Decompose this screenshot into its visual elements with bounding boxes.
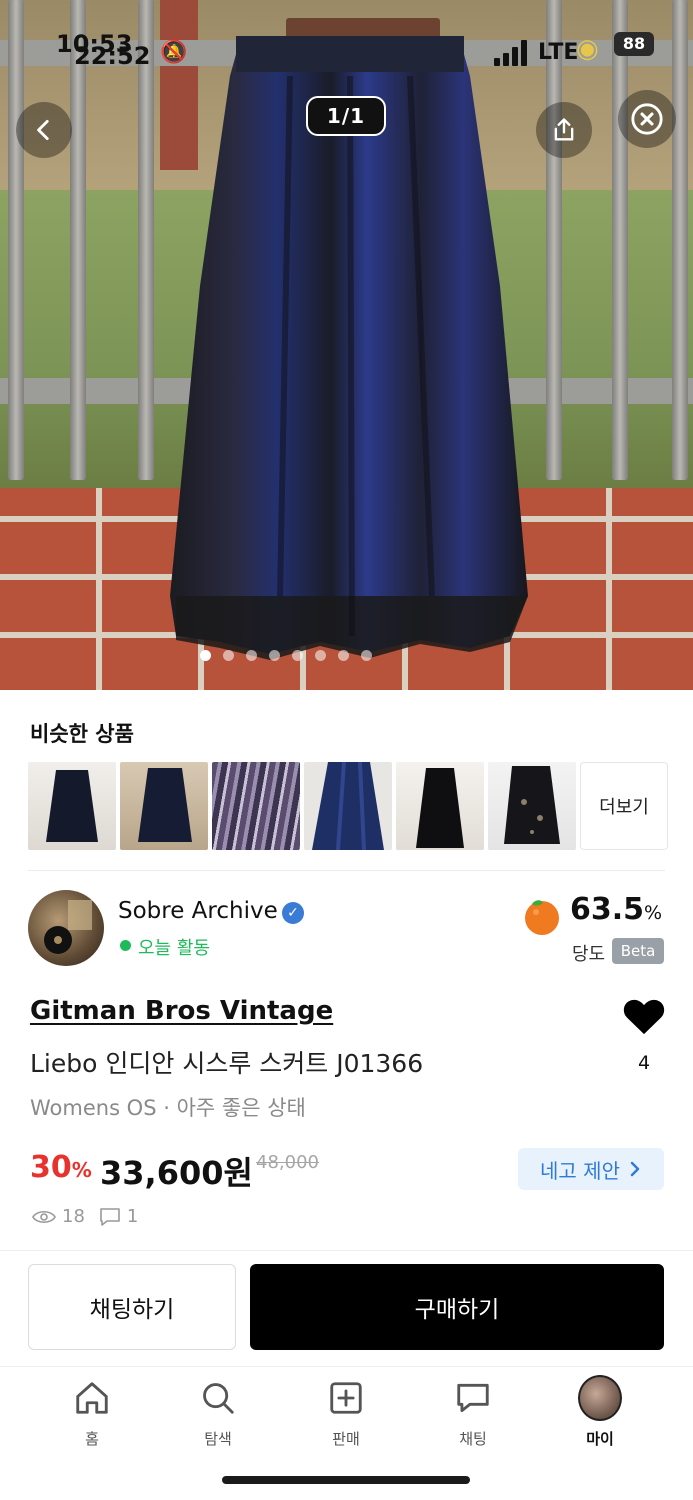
- share-button[interactable]: [536, 102, 592, 158]
- similar-item-thumbnail[interactable]: [28, 762, 116, 850]
- image-pagination-dots: [200, 650, 372, 661]
- original-price: 48,000: [256, 1152, 319, 1173]
- verified-badge-icon: ✓: [282, 902, 304, 924]
- battery-indicator: 88: [614, 32, 654, 56]
- price-offer-label: 네고 제안: [540, 1158, 620, 1183]
- view-count: 18: [62, 1206, 85, 1227]
- eye-icon: [32, 1210, 56, 1223]
- tab-label: 마이: [586, 1430, 614, 1448]
- sweetness-score: 63.5%: [570, 892, 663, 927]
- seller-name[interactable]: Sobre Archive: [118, 898, 278, 924]
- chat-button[interactable]: 채팅하기: [28, 1264, 236, 1350]
- similar-item-thumbnail[interactable]: [396, 762, 484, 850]
- divider: [28, 870, 665, 871]
- beta-badge: Beta: [612, 938, 664, 964]
- online-status-dot: [120, 940, 131, 951]
- search-icon: [203, 1383, 234, 1414]
- chat-bubble-icon: [457, 1383, 489, 1413]
- similar-item-thumbnail[interactable]: [488, 762, 576, 850]
- wifi-icon: ◉: [576, 34, 599, 64]
- similar-items-list: 더보기: [28, 762, 668, 850]
- mute-icon: 🔕: [160, 40, 188, 65]
- plus-square-icon: [330, 1382, 362, 1414]
- image-counter: 1/1: [306, 96, 386, 136]
- price-offer-button[interactable]: 네고 제안: [518, 1148, 664, 1190]
- product-meta: Womens OS · 아주 좋은 상태: [30, 1096, 306, 1120]
- similar-items-title: 비슷한 상품: [30, 722, 134, 746]
- seller-activity: 오늘 활동: [138, 938, 210, 959]
- comment-icon: [100, 1207, 120, 1226]
- like-count: 4: [637, 1052, 651, 1074]
- tab-label: 탐색: [204, 1430, 232, 1448]
- product-title: Liebo 인디안 시스루 스커트 J01366: [30, 1049, 424, 1078]
- more-similar-button[interactable]: 더보기: [580, 762, 668, 850]
- network-type: LTE: [538, 40, 579, 65]
- similar-item-thumbnail[interactable]: [120, 762, 208, 850]
- chevron-right-icon: [630, 1161, 640, 1177]
- cellular-signal-icon: [494, 40, 530, 66]
- similar-item-thumbnail[interactable]: [212, 762, 300, 850]
- home-icon: [76, 1382, 108, 1414]
- sale-price: 33,600원: [100, 1154, 253, 1192]
- profile-avatar: [578, 1375, 622, 1421]
- tab-my[interactable]: 마이: [555, 1375, 645, 1449]
- tangerine-icon: [525, 900, 559, 935]
- status-time: 22:52: [74, 42, 151, 70]
- home-indicator: [222, 1476, 470, 1484]
- buy-button[interactable]: 구매하기: [250, 1264, 664, 1350]
- similar-item-thumbnail[interactable]: [304, 762, 392, 850]
- sweetness-label: 당도: [572, 944, 606, 965]
- close-button[interactable]: [618, 90, 676, 148]
- back-button[interactable]: [16, 102, 72, 158]
- tab-sell[interactable]: 판매: [301, 1376, 391, 1449]
- chevron-left-icon: [37, 119, 49, 141]
- tab-label: 홈: [85, 1430, 99, 1448]
- product-stats: 18 1: [32, 1206, 138, 1227]
- tab-chat[interactable]: 채팅: [428, 1376, 518, 1449]
- tab-explore[interactable]: 탐색: [173, 1376, 263, 1449]
- tab-label: 판매: [332, 1430, 360, 1448]
- brand-link[interactable]: Gitman Bros Vintage: [30, 996, 333, 1026]
- seller-avatar[interactable]: [28, 890, 104, 966]
- comment-count: 1: [126, 1206, 139, 1227]
- tab-home[interactable]: 홈: [47, 1376, 137, 1449]
- status-bar: 10:53 22:52 🔕 LTE ◉ 88: [0, 0, 693, 80]
- heart-icon[interactable]: [622, 996, 666, 1036]
- discount-rate: 30%: [30, 1150, 92, 1185]
- tab-label: 채팅: [459, 1430, 487, 1448]
- close-icon: [631, 103, 663, 135]
- share-icon: [554, 118, 574, 141]
